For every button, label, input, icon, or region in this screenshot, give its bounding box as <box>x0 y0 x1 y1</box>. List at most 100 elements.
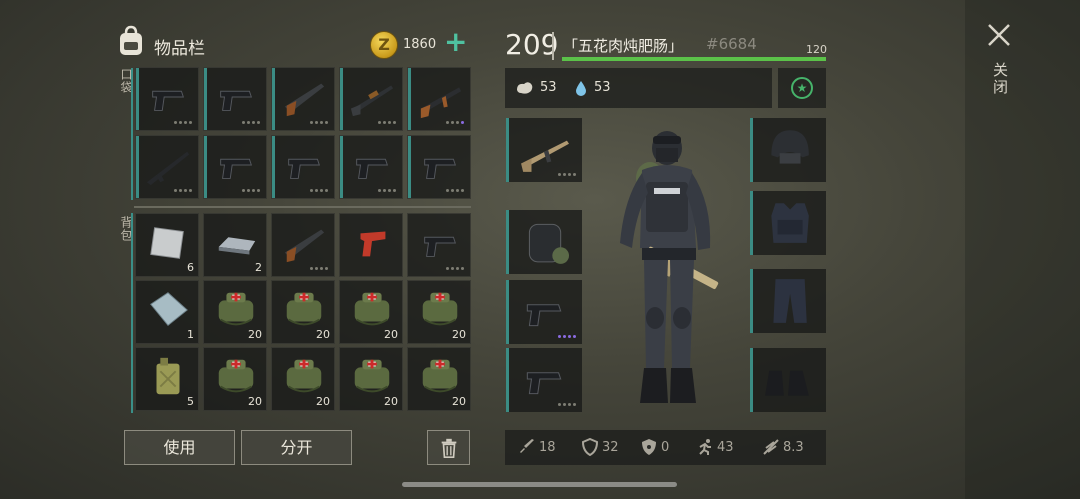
item-quantity: 1 <box>187 328 194 341</box>
backpack-icon <box>120 25 142 55</box>
item-quantity: 5 <box>187 395 194 408</box>
pocket-slot[interactable] <box>203 135 267 199</box>
backpack-slot[interactable]: 20 <box>407 280 471 344</box>
running-icon <box>699 439 711 455</box>
split-button[interactable]: 分开 <box>241 430 352 465</box>
pocket-slot[interactable] <box>135 135 199 199</box>
backpack-slot[interactable]: 6 <box>135 213 199 277</box>
pants-icon <box>773 279 807 323</box>
slot-equipped-marker <box>272 68 275 130</box>
pocket-slot[interactable] <box>339 67 403 131</box>
pocket-slot[interactable] <box>271 135 335 199</box>
rarity-dots <box>310 121 328 124</box>
player-level: 209 <box>505 28 559 61</box>
close-icon[interactable] <box>986 22 1012 48</box>
medkit-icon <box>218 292 254 326</box>
weapon-slot[interactable] <box>506 118 582 182</box>
backpack-slot[interactable]: 1 <box>135 280 199 344</box>
pocket-slot[interactable] <box>271 67 335 131</box>
use-button[interactable]: 使用 <box>124 430 235 465</box>
slot-equipped-marker <box>408 136 411 198</box>
trash-icon <box>441 438 456 458</box>
shotgun-icon <box>284 83 325 117</box>
backpack-slot[interactable]: 20 <box>203 347 267 411</box>
sword-icon <box>520 439 534 453</box>
close-label[interactable]: 关闭 <box>990 62 1011 96</box>
character-model <box>620 131 719 403</box>
weapon-slot[interactable] <box>506 210 582 274</box>
medkit-icon <box>218 359 254 393</box>
stats-bar: 18 32 0 43 8.3 <box>505 430 826 465</box>
backpack-slot[interactable]: 20 <box>271 280 335 344</box>
backpack-slot[interactable]: 20 <box>271 347 335 411</box>
item-quantity: 20 <box>248 395 262 408</box>
shield-icon <box>581 438 599 456</box>
section-divider <box>134 206 471 208</box>
armor-slot[interactable] <box>750 118 826 182</box>
weapon-slot[interactable] <box>506 348 582 412</box>
slot-equipped-marker <box>136 68 139 130</box>
helmet-icon <box>771 130 809 164</box>
pocket-slot[interactable] <box>135 67 199 131</box>
backpack-slot[interactable] <box>339 213 403 277</box>
xp-fill <box>562 57 826 61</box>
boots-icon <box>765 370 809 396</box>
pistol-icon <box>288 158 320 179</box>
stealth-icon <box>763 439 779 455</box>
food-value: 53 <box>540 80 557 95</box>
favorite-button[interactable]: ★ <box>778 68 826 108</box>
slot-equipped-marker <box>750 191 753 255</box>
armor-slot[interactable] <box>750 348 826 412</box>
item-quantity: 20 <box>384 328 398 341</box>
add-coins-button[interactable]: + <box>444 28 467 56</box>
rarity-dots <box>378 189 396 192</box>
rarity-dots <box>378 121 396 124</box>
backpack-slot[interactable]: 2 <box>203 213 267 277</box>
backpack-slot[interactable] <box>271 213 335 277</box>
rarity-dots <box>242 189 260 192</box>
assault-rifle-tan-icon <box>521 140 569 172</box>
slot-equipped-marker <box>204 68 207 130</box>
pocket-slot[interactable] <box>339 135 403 199</box>
coin-balance: 1860 <box>403 37 437 52</box>
backpack-slot[interactable]: 20 <box>203 280 267 344</box>
item-quantity: 20 <box>384 395 398 408</box>
backpack-slot[interactable]: 5 <box>135 347 199 411</box>
right-side-panel <box>965 0 1080 499</box>
trash-button[interactable] <box>427 430 470 465</box>
pocket-slot[interactable] <box>203 67 267 131</box>
pistol-icon <box>356 158 388 179</box>
weapon-slot[interactable] <box>506 280 582 344</box>
item-quantity: 6 <box>187 261 194 274</box>
flare-gun-icon <box>360 231 386 257</box>
armor-slot[interactable] <box>750 191 826 255</box>
backpack-slot[interactable]: 20 <box>339 347 403 411</box>
item-quantity: 20 <box>248 328 262 341</box>
pistol-icon <box>424 236 456 257</box>
backpack-slot[interactable]: 20 <box>407 347 471 411</box>
rarity-dots <box>446 189 464 192</box>
pocket-slot[interactable] <box>407 67 471 131</box>
pistol-icon <box>152 90 184 111</box>
rarity-dots <box>310 267 328 270</box>
rarity-dots <box>446 121 464 124</box>
slot-equipped-marker <box>506 280 509 344</box>
armor-slot[interactable] <box>750 269 826 333</box>
home-indicator[interactable] <box>402 482 677 487</box>
backpack-slot[interactable]: 20 <box>339 280 403 344</box>
pistol-icon <box>220 158 252 179</box>
steel-plate-icon <box>150 227 184 259</box>
xp-bar <box>562 57 826 61</box>
item-quantity: 2 <box>255 261 262 274</box>
pocket-slot[interactable] <box>407 135 471 199</box>
rarity-dots <box>242 121 260 124</box>
player-name: 「五花肉炖肥肠」 <box>563 37 684 55</box>
rarity-dots <box>174 121 192 124</box>
backpack-slot[interactable] <box>407 213 471 277</box>
rarity-dots <box>558 403 576 406</box>
level-separator <box>552 32 554 60</box>
coin-icon: Z <box>370 31 398 59</box>
glass-sheet-icon <box>150 292 188 327</box>
inventory-title: 物品栏 <box>154 39 205 59</box>
item-quantity: 20 <box>452 395 466 408</box>
